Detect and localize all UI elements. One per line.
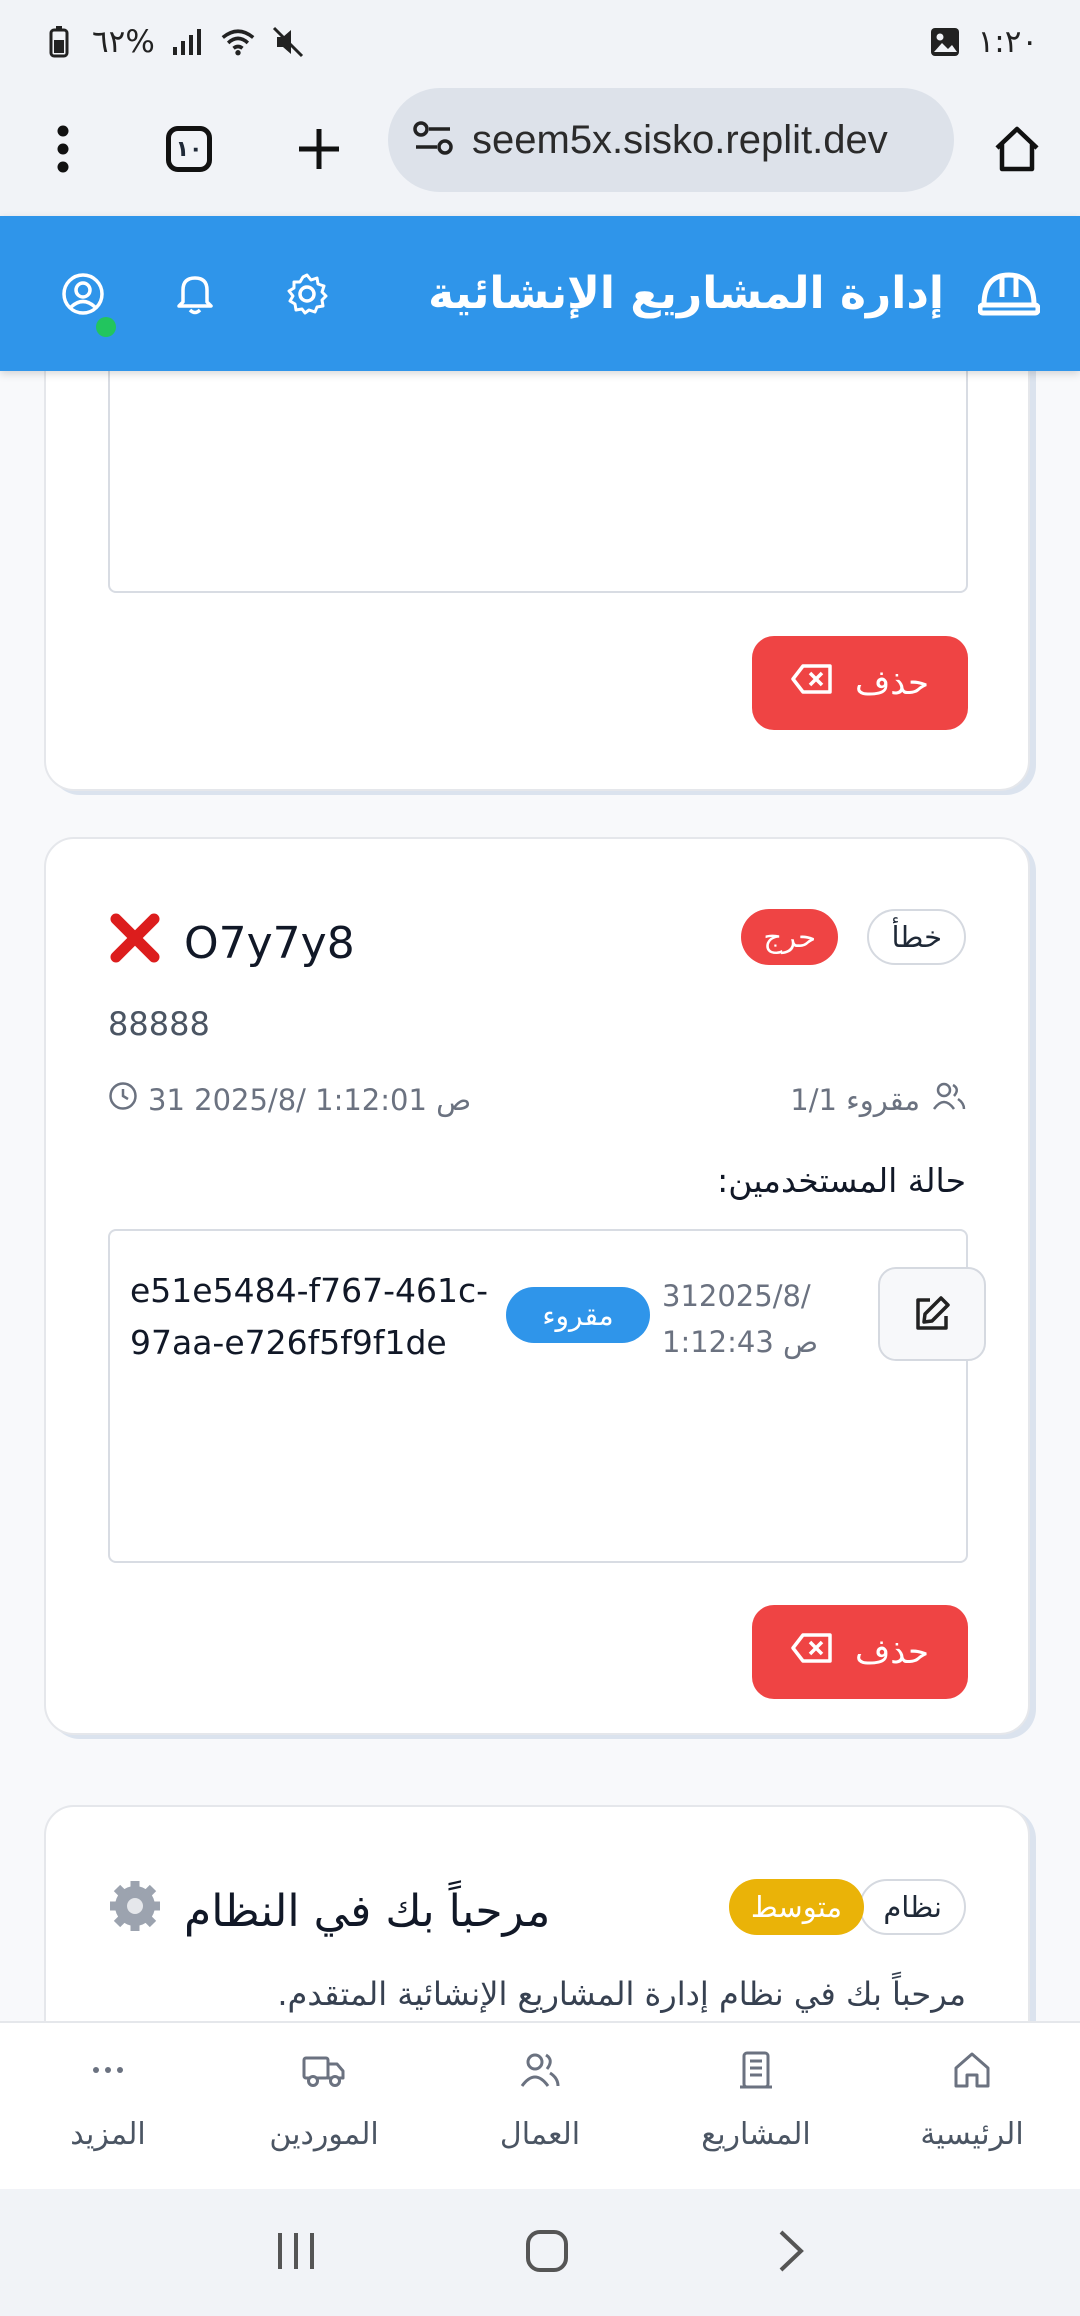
more-icon — [93, 2067, 123, 2073]
type-badge: خطأ — [867, 909, 966, 965]
site-settings-icon[interactable] — [412, 120, 454, 160]
users-icon — [520, 2053, 560, 2087]
timestamp-text: 31 2025/8/ 1:12:01 ص — [148, 1082, 472, 1117]
backspace-icon — [791, 1632, 833, 1672]
home-icon[interactable] — [982, 114, 1052, 184]
menu-icon[interactable] — [28, 114, 98, 184]
status-left: ٦٢% — [42, 24, 305, 60]
nav-item-more[interactable]: المزيد — [8, 2049, 208, 2152]
users-icon — [932, 1081, 966, 1118]
users-status-box: 312025/8/ 1:12:43 ص مقروء e51e5484-f767-… — [108, 1229, 986, 1563]
user-read-date-line1: 312025/8/ — [662, 1279, 811, 1313]
delete-button[interactable]: حذف — [752, 1605, 968, 1699]
nav-label: العمال — [499, 2117, 581, 2152]
nav-label: الرئيسية — [920, 2117, 1024, 2152]
nav-item-suppliers[interactable]: الموردين — [224, 2049, 424, 2152]
app-header: إدارة المشاريع الإنشائية — [0, 216, 1080, 371]
notification-card: حذف — [44, 371, 1030, 791]
priority-badge: متوسط — [728, 1879, 864, 1935]
user-id: e51e5484-f767-461c-97aa-e726f5f9f1de — [130, 1271, 489, 1362]
error-x-icon — [108, 911, 162, 976]
read-status-badge: مقروء — [506, 1287, 650, 1343]
user-read-date: 312025/8/ 1:12:43 ص — [662, 1273, 818, 1365]
online-status-dot — [96, 316, 116, 337]
notification-title: مرحباً بك في النظام — [184, 1886, 551, 1937]
notification-title-row: مرحباً بك في النظام — [108, 1879, 550, 1944]
header-actions — [58, 269, 332, 337]
nav-item-home[interactable]: الرئيسية — [872, 2049, 1072, 2152]
helmet-icon — [977, 267, 1041, 321]
url-text: seem5x.sisko.replit.dev — [472, 117, 888, 162]
priority-badge: حرج — [741, 909, 838, 965]
back-icon[interactable] — [776, 2229, 806, 2277]
tab-switcher-button[interactable]: ١٠ — [154, 114, 224, 184]
url-bar[interactable]: seem5x.sisko.replit.dev — [388, 88, 954, 192]
nav-item-workers[interactable]: العمال — [440, 2049, 640, 2152]
signal-icon — [171, 25, 205, 59]
backspace-icon — [791, 663, 833, 703]
status-right: ١:٢٠ — [928, 24, 1038, 60]
wifi-icon — [221, 25, 255, 59]
delete-button-label: حذف — [854, 663, 930, 703]
gear-emoji-icon — [108, 1879, 162, 1944]
truck-icon — [302, 2056, 345, 2087]
nav-label: الموردين — [269, 2117, 379, 2152]
details-box — [108, 371, 968, 593]
read-count: مقروء 1/1 — [790, 1081, 966, 1118]
status-bar: ٦٢% ١:٢٠ — [0, 0, 1080, 84]
screen: ٦٢% ١:٢٠ ١٠ seem5x.sisko.replit.dev إدار… — [0, 0, 1080, 2316]
page-title: إدارة المشاريع الإنشائية — [428, 268, 944, 319]
user-read-date-line2: 1:12:43 ص — [662, 1325, 819, 1359]
nav-label: المزيد — [70, 2117, 146, 2152]
recents-icon[interactable] — [274, 2231, 318, 2275]
clock-icon — [108, 1081, 138, 1118]
system-nav-bar — [0, 2189, 1080, 2316]
browser-bar: ١٠ seem5x.sisko.replit.dev — [0, 84, 1080, 216]
bell-icon[interactable] — [170, 269, 220, 319]
notifications-list[interactable]: حذف خطأ حرج O7y7y8 88888 مقروء 1/1 31 20… — [0, 371, 1080, 2021]
user-profile-icon[interactable] — [58, 269, 116, 337]
mute-icon — [271, 25, 305, 59]
header-brand: إدارة المشاريع الإنشائية — [428, 267, 1041, 321]
tab-count: ١٠ — [166, 126, 212, 172]
clock: ١:٢٠ — [977, 24, 1038, 60]
type-badge: نظام — [859, 1879, 966, 1935]
home-icon — [954, 2052, 990, 2088]
notification-title: O7y7y8 — [184, 918, 355, 969]
edit-button[interactable] — [878, 1267, 986, 1361]
nav-label: المشاريع — [701, 2117, 811, 2152]
battery-percent: ٦٢% — [92, 24, 155, 60]
timestamp: 31 2025/8/ 1:12:01 ص — [108, 1081, 471, 1118]
delete-button[interactable]: حذف — [752, 636, 968, 730]
users-status-label: حالة المستخدمين: — [717, 1161, 966, 1200]
notification-card-welcome: نظام متوسط مرحباً بك في النظام مرحباً بك… — [44, 1805, 1030, 2021]
delete-button-label: حذف — [854, 1632, 930, 1672]
gallery-icon — [928, 25, 962, 59]
notification-card-error: خطأ حرج O7y7y8 88888 مقروء 1/1 31 2025/8… — [44, 837, 1030, 1735]
notification-title-row: O7y7y8 — [108, 911, 355, 976]
notification-message: مرحباً بك في نظام إدارة المشاريع الإنشائ… — [277, 1975, 966, 2013]
gear-icon[interactable] — [282, 269, 332, 319]
new-tab-icon[interactable] — [284, 114, 354, 184]
edit-icon — [916, 1296, 950, 1330]
building-icon — [740, 2051, 772, 2089]
home-button-icon[interactable] — [525, 2229, 569, 2277]
bottom-nav: الرئيسية المشاريع العمال الموردين المزيد — [0, 2021, 1080, 2189]
nav-item-projects[interactable]: المشاريع — [656, 2049, 856, 2152]
read-count-text: مقروء 1/1 — [790, 1082, 920, 1117]
notification-message: 88888 — [108, 1005, 210, 1043]
battery-icon — [42, 25, 76, 59]
